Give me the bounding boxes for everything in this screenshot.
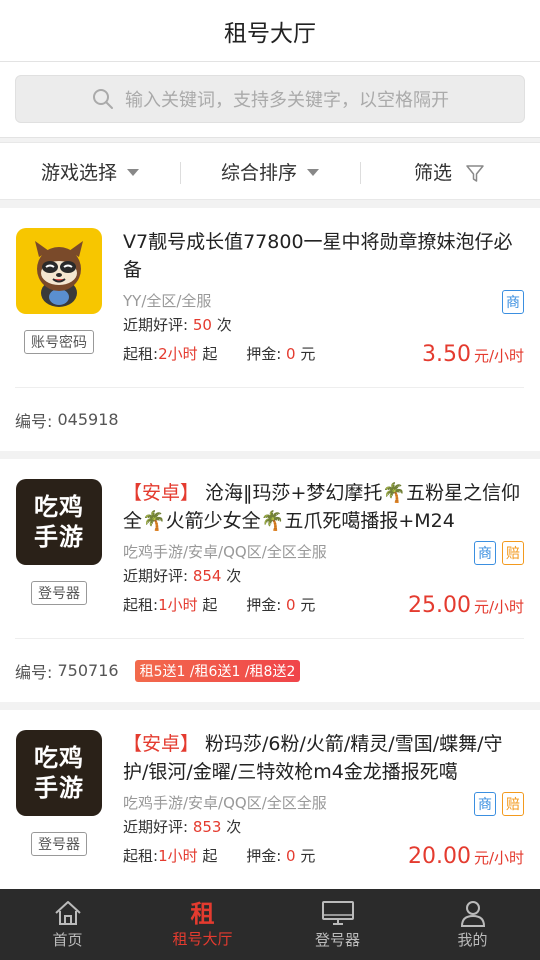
- filter-sort[interactable]: 综合排序: [180, 158, 360, 185]
- tab-mine-label: 我的: [457, 931, 488, 949]
- tab-home-label: 首页: [52, 931, 83, 949]
- listing-title-text: V7靓号成长值77800一星中将勋章撩妹泡仔必备: [123, 231, 513, 281]
- deposit-value: 0: [286, 596, 296, 614]
- listing-card[interactable]: 账号密码 V7靓号成长值77800一星中将勋章撩妹泡仔必备 YY/全区/全服 近…: [0, 208, 540, 451]
- listing-price: 3.50 元/小时: [422, 342, 524, 367]
- tab-mine[interactable]: 我的: [405, 889, 540, 960]
- listing-main: 账号密码 V7靓号成长值77800一星中将勋章撩妹泡仔必备 YY/全区/全服 近…: [15, 208, 524, 388]
- price-value: 3.50: [421, 342, 471, 367]
- deposit-value: 0: [286, 847, 296, 865]
- deposit-value: 0: [286, 345, 296, 363]
- listing-price: 25.00 元/小时: [408, 593, 524, 618]
- tab-rent-hall-label: 租号大厅: [172, 930, 233, 948]
- listing-meta: 吃鸡手游/安卓/QQ区/全区全服: [123, 794, 327, 812]
- search-input[interactable]: 输入关键词，支持多关键字，以空格隔开: [15, 75, 525, 123]
- tab-home[interactable]: 首页: [0, 889, 135, 960]
- filter-bar: 游戏选择 综合排序 筛选: [0, 142, 540, 200]
- listing-meta: YY/全区/全服: [123, 292, 212, 310]
- min-rent: 1小时: [158, 596, 198, 614]
- tab-login-tool[interactable]: 登号器: [270, 889, 405, 960]
- filter-screen[interactable]: 筛选: [360, 158, 540, 185]
- listing-left: 账号密码: [15, 228, 103, 387]
- listing-good-rating: 近期好评: 853 次: [123, 818, 242, 836]
- login-type-tag: 登号器: [31, 581, 87, 605]
- search-bar: 输入关键词，支持多关键字，以空格隔开: [0, 62, 540, 138]
- good-count: 50: [192, 316, 212, 334]
- listing-price: 20.00 元/小时: [408, 844, 524, 869]
- platform-tag: 【安卓】: [123, 733, 200, 755]
- filter-game-select[interactable]: 游戏选择: [0, 158, 180, 185]
- listing-title: 【安卓】 粉玛莎/6粉/火箭/精灵/雪国/蝶舞/守护/银河/金曜/三特效枪m4金龙…: [123, 730, 524, 786]
- listing-info: 【安卓】 粉玛莎/6粉/火箭/精灵/雪国/蝶舞/守护/银河/金曜/三特效枪m4金龙…: [123, 730, 524, 889]
- search-icon: [93, 89, 113, 109]
- game-avatar-chiji: 吃鸡 手游: [16, 730, 102, 816]
- listing-left: 吃鸡 手游 登号器: [15, 479, 103, 638]
- dropdown-arrow-icon: [127, 168, 139, 176]
- listing-good-rating: 近期好评: 854 次: [123, 567, 242, 585]
- compensation-badge: 赔: [502, 541, 524, 565]
- merchant-badge: 商: [474, 792, 496, 816]
- listing-title: V7靓号成长值77800一星中将勋章撩妹泡仔必备: [123, 228, 524, 284]
- price-value: 20.00: [407, 844, 471, 869]
- login-type-tag: 登号器: [31, 832, 87, 856]
- listing-info: 【安卓】 沧海‖玛莎+梦幻摩托🌴五粉星之信仰全🌴火箭少女全🌴五爪死噶播报+M24 …: [123, 479, 524, 638]
- zu-icon: 租: [190, 899, 215, 928]
- listing-card[interactable]: 吃鸡 手游 登号器 【安卓】 沧海‖玛莎+梦幻摩托🌴五粉星之信仰全🌴火箭少女全🌴五…: [0, 459, 540, 702]
- listing-left: 吃鸡 手游 登号器: [15, 730, 103, 889]
- price-unit: 元/小时: [473, 849, 524, 867]
- filter-screen-label: 筛选: [413, 161, 452, 184]
- tab-rent-hall[interactable]: 租 租号大厅: [135, 889, 270, 960]
- good-count: 853: [192, 818, 222, 836]
- listing-main: 吃鸡 手游 登号器 【安卓】 沧海‖玛莎+梦幻摩托🌴五粉星之信仰全🌴火箭少女全🌴五…: [15, 459, 524, 639]
- listing-card[interactable]: 吃鸡 手游 登号器 【安卓】 粉玛莎/6粉/火箭/精灵/雪国/蝶舞/守护/银河/金…: [0, 710, 540, 890]
- filter-sort-label: 综合排序: [220, 161, 297, 184]
- listing-footer: 编号: 045918: [15, 410, 119, 431]
- merchant-badge: 商: [474, 541, 496, 565]
- min-rent: 2小时: [158, 345, 198, 363]
- listing-badges: 商 赔: [468, 541, 524, 565]
- listing-badges: 商: [496, 290, 524, 314]
- price-value: 25.00: [407, 593, 471, 618]
- platform-tag: 【安卓】: [123, 482, 200, 504]
- login-type-tag: 账号密码: [24, 330, 94, 354]
- listing-footer: 编号: 750716 租5送1 /租6送1 /租8送2: [15, 639, 524, 702]
- user-icon: [460, 901, 485, 927]
- listing-main: 吃鸡 手游 登号器 【安卓】 粉玛莎/6粉/火箭/精灵/雪国/蝶舞/守护/银河/金…: [15, 710, 524, 890]
- listing-title: 【安卓】 沧海‖玛莎+梦幻摩托🌴五粉星之信仰全🌴火箭少女全🌴五爪死噶播报+M24: [123, 479, 524, 535]
- bottom-tab-bar: 首页 租 租号大厅 登号器 我的: [0, 889, 540, 960]
- compensation-badge: 赔: [502, 792, 524, 816]
- funnel-icon: [466, 165, 484, 182]
- search-placeholder: 输入关键词，支持多关键字，以空格隔开: [125, 90, 449, 111]
- listing-meta: 吃鸡手游/安卓/QQ区/全区全服: [123, 543, 327, 561]
- header: 租号大厅: [0, 0, 540, 62]
- raccoon-mascot-icon: [35, 241, 83, 307]
- monitor-icon: [321, 901, 354, 925]
- tab-login-tool-label: 登号器: [314, 931, 360, 949]
- dropdown-arrow-icon: [307, 168, 319, 176]
- listing-badges: 商 赔: [468, 792, 524, 816]
- page-title: 租号大厅: [224, 20, 316, 47]
- min-rent: 1小时: [158, 847, 198, 865]
- listing-id: 045918: [57, 410, 119, 429]
- merchant-badge: 商: [502, 290, 524, 314]
- game-avatar-yy: [16, 228, 102, 314]
- price-unit: 元/小时: [473, 598, 524, 616]
- promo-badge: 租5送1 /租6送1 /租8送2: [134, 659, 301, 682]
- price-unit: 元/小时: [473, 347, 524, 365]
- home-icon: [54, 901, 81, 925]
- listing-good-rating: 近期好评: 50 次: [123, 316, 232, 334]
- listing-info: V7靓号成长值77800一星中将勋章撩妹泡仔必备 YY/全区/全服 近期好评: …: [123, 228, 524, 387]
- filter-game-label: 游戏选择: [40, 161, 117, 184]
- listing-id: 750716: [57, 661, 119, 680]
- game-avatar-chiji: 吃鸡 手游: [16, 479, 102, 565]
- good-count: 854: [192, 567, 222, 585]
